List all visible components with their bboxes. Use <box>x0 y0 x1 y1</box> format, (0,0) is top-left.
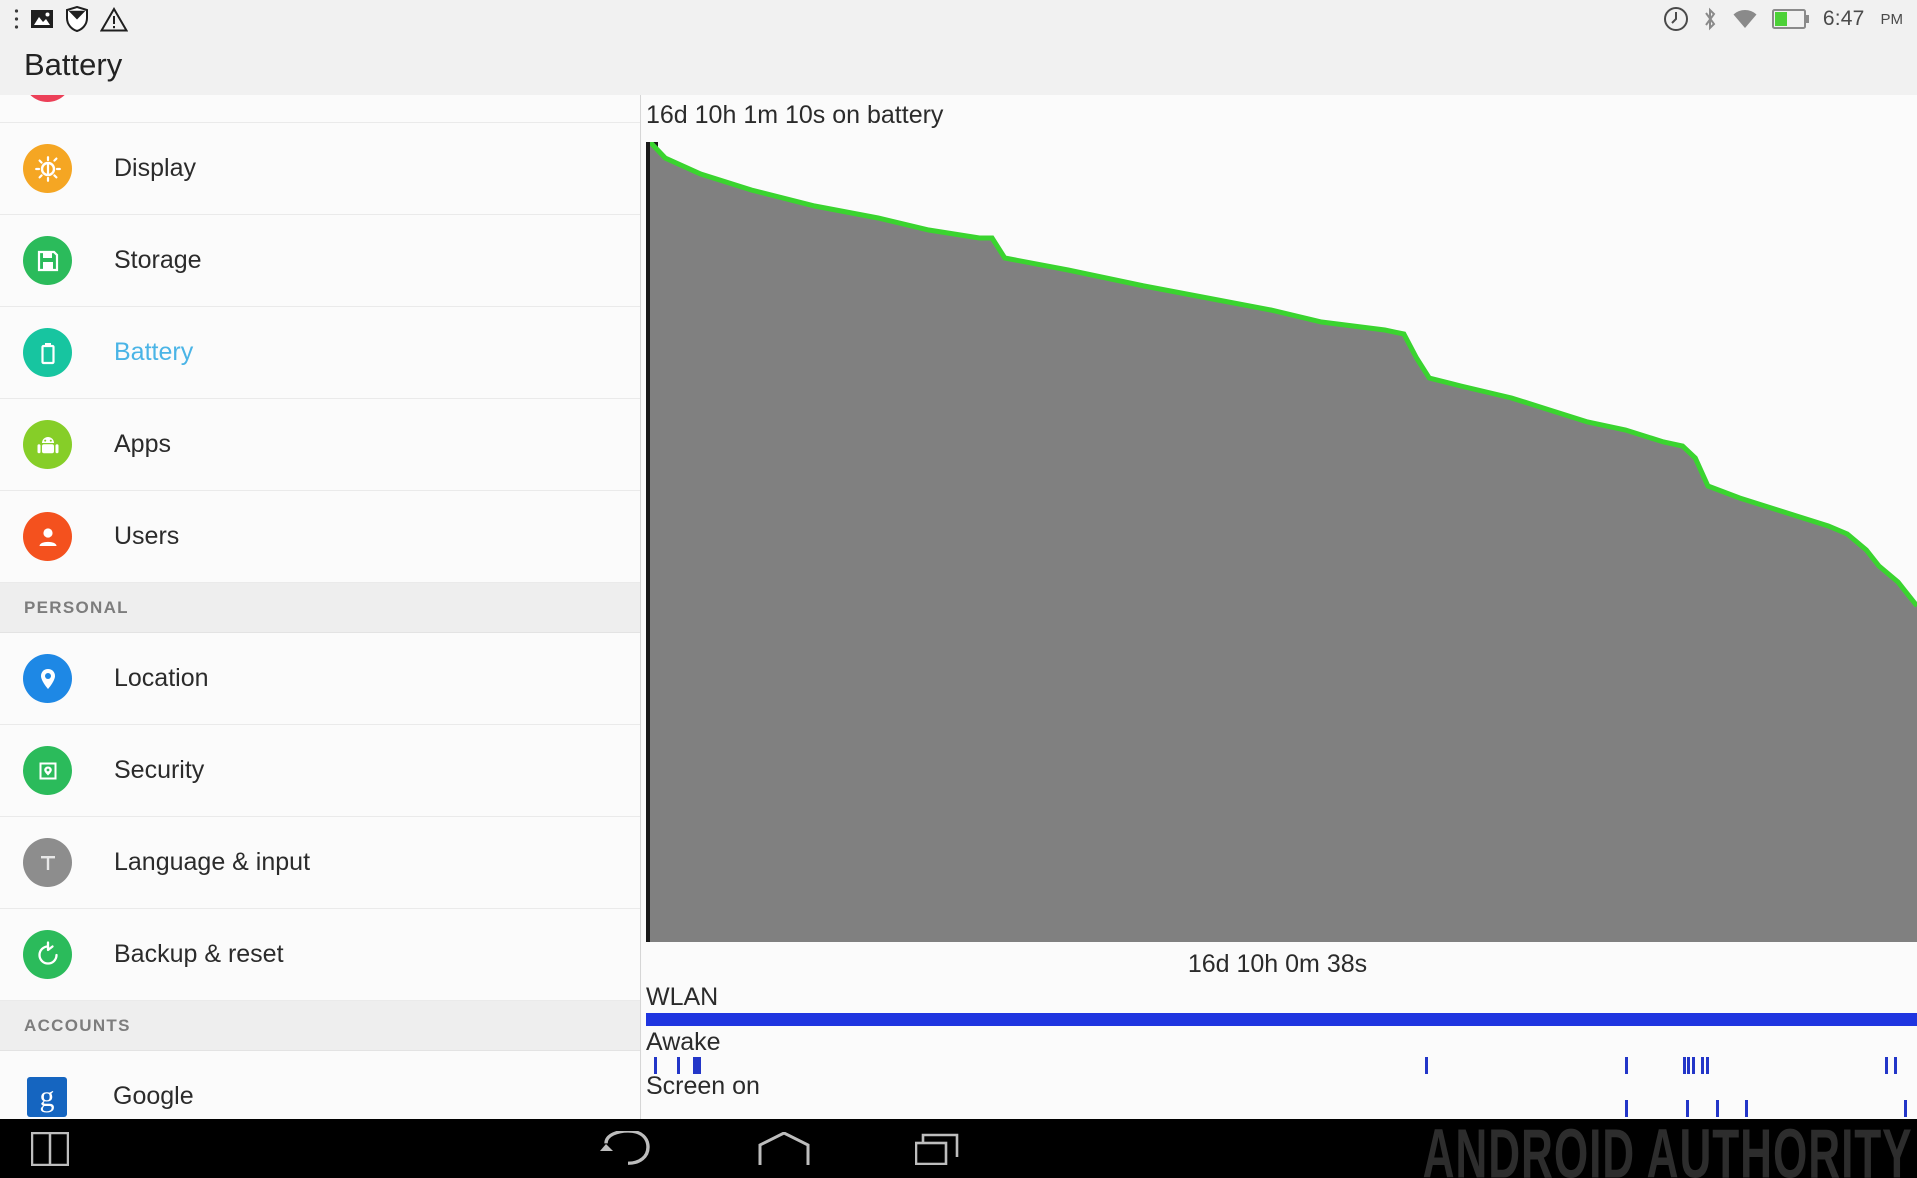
timeline-row-screen-on: Screen on <box>646 1072 1917 1118</box>
sidebar-item-label: Google <box>113 1082 194 1110</box>
timeline-row-label: WLAN <box>646 983 719 1011</box>
sidebar-item-label: Storage <box>114 246 202 274</box>
back-icon[interactable] <box>600 1129 652 1172</box>
location-pin-icon <box>23 654 72 703</box>
status-bar-right-icons: 6:47 PM <box>1663 6 1903 32</box>
watermark-text: ANDROID AUTHORITY <box>1423 1116 1913 1178</box>
apps-icon <box>23 420 72 469</box>
sidebar-item-label: Location <box>114 664 209 692</box>
timeline-row-awake: Awake <box>646 1028 1917 1074</box>
timeline-row-wlan: WLAN <box>646 983 1917 1026</box>
security-icon <box>23 746 72 795</box>
status-bar-clock: 6:47 <box>1822 7 1865 30</box>
sidebar-section-accounts: ACCOUNTS <box>0 1001 640 1051</box>
battery-history-chart <box>646 142 1917 942</box>
sidebar-item-location[interactable]: Location <box>0 633 640 725</box>
sidebar-item-label: Security <box>114 756 205 784</box>
battery-total-duration-label: 16d 10h 0m 38s <box>1187 950 1368 978</box>
battery-level-area-series <box>650 142 1917 942</box>
sidebar-item-storage[interactable]: Storage <box>0 215 640 307</box>
sidebar-item-google[interactable]: g Google <box>0 1051 640 1119</box>
overflow-dots-icon <box>14 8 19 30</box>
warning-icon <box>100 6 128 32</box>
sound-icon <box>23 95 72 102</box>
sidebar-item-label: Apps <box>114 430 171 458</box>
battery-timeline: WLAN Awake Screen on Charging <box>646 983 1917 1119</box>
language-icon <box>23 838 72 887</box>
sidebar-item-security[interactable]: Security <box>0 725 640 817</box>
app-title-bar: Battery <box>0 38 1917 95</box>
sidebar-item-backup-reset[interactable]: Backup & reset <box>0 909 640 1001</box>
sidebar-item-language-input[interactable]: Language & input <box>0 817 640 909</box>
backup-reset-icon <box>23 930 72 979</box>
image-icon <box>30 7 54 31</box>
bluetooth-icon <box>1702 6 1718 32</box>
settings-sidebar[interactable]: Sound Display <box>0 95 641 1119</box>
recents-icon[interactable] <box>914 1133 963 1170</box>
users-icon <box>23 512 72 561</box>
google-icon: g <box>27 1076 67 1117</box>
battery-icon <box>23 328 72 377</box>
status-bar-ampm: PM <box>1880 10 1904 28</box>
sidebar-item-label: Users <box>114 522 180 550</box>
android-settings-screen: 6:47 PM Battery Sound <box>0 0 1917 1178</box>
sidebar-item-label: Language & input <box>114 848 311 876</box>
sidebar-item-apps[interactable]: Apps <box>0 399 640 491</box>
status-bar: 6:47 PM <box>0 0 1917 38</box>
sidebar-section-personal: PERSONAL <box>0 583 640 633</box>
display-icon <box>23 144 72 193</box>
battery-on-battery-label: 16d 10h 1m 10s on battery <box>646 101 944 129</box>
sidebar-item-label: Display <box>114 154 196 182</box>
sidebar-item-label: Battery <box>114 338 194 366</box>
sidebar-item-users[interactable]: Users <box>0 491 640 583</box>
page-title: Battery <box>24 47 123 82</box>
shield-icon <box>65 6 89 32</box>
sidebar-item-label: Backup & reset <box>114 940 284 968</box>
system-navigation-bar[interactable]: ANDROID AUTHORITY <box>0 1116 1917 1178</box>
split-screen-icon[interactable] <box>30 1131 70 1171</box>
alarm-clock-icon <box>1663 6 1689 32</box>
home-icon[interactable] <box>757 1131 811 1171</box>
timeline-row-label: Awake <box>646 1027 721 1056</box>
storage-icon <box>23 236 72 285</box>
battery-icon <box>1771 9 1810 29</box>
wifi-icon <box>1731 8 1759 30</box>
status-bar-left-icons <box>14 6 128 32</box>
sidebar-item-battery[interactable]: Battery <box>0 307 640 399</box>
sidebar-item-display[interactable]: Display <box>0 123 640 215</box>
timeline-row-label: Screen on <box>646 1071 760 1100</box>
battery-chart-panel: 16d 10h 1m 10s on battery 16d 10h 0m 38s <box>642 95 1917 1119</box>
sidebar-item-sound[interactable]: Sound <box>0 95 640 123</box>
timeline-wlan-bar <box>646 1012 1917 1026</box>
